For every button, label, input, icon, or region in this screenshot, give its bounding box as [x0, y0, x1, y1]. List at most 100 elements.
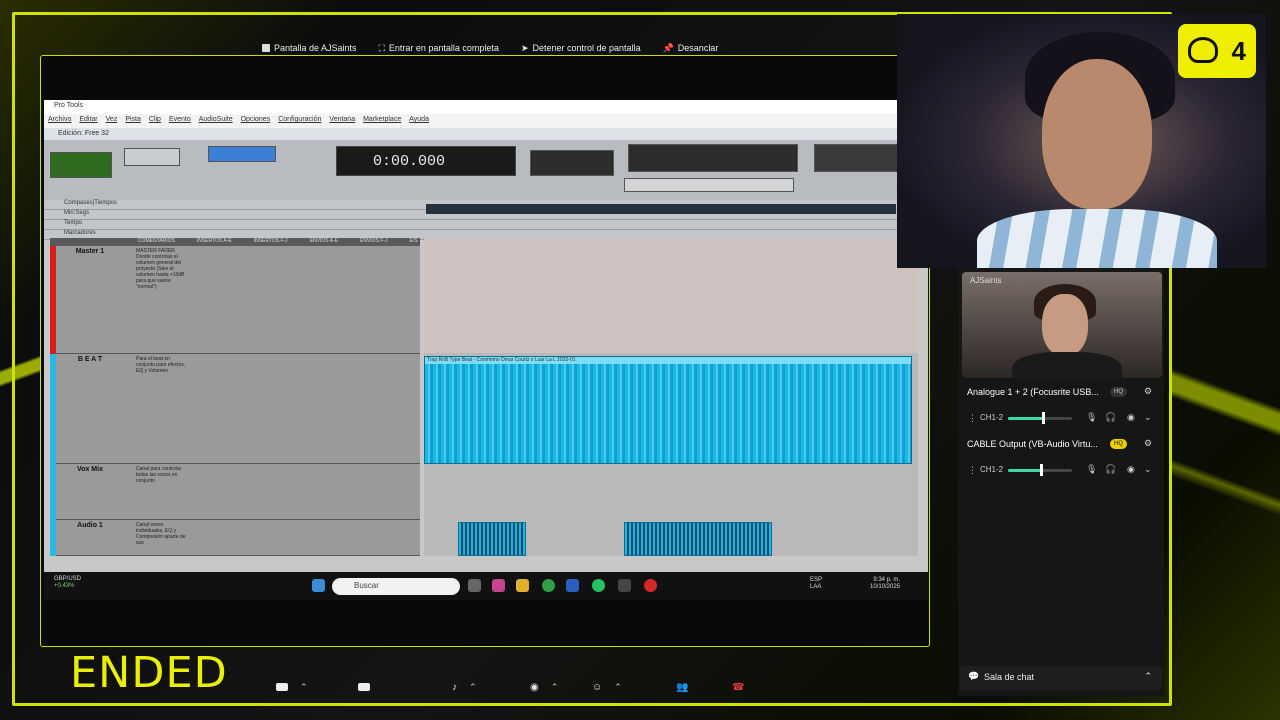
word-icon[interactable] [566, 579, 579, 592]
unpin-button[interactable]: 📌 Desanclar [663, 43, 719, 54]
edit-mode-selector[interactable] [50, 152, 112, 178]
chat-icon: 💬 [968, 671, 980, 681]
person-face [1042, 294, 1088, 356]
menu-item[interactable]: Pista [125, 116, 141, 126]
volume-slider[interactable] [1008, 412, 1072, 424]
record-icon[interactable]: ◉ [530, 682, 539, 693]
headphones-icon[interactable]: 🎧 [1105, 412, 1116, 423]
zoom-controls[interactable] [124, 148, 180, 166]
record-icon[interactable]: ◉ [1127, 412, 1135, 423]
stock-ticker[interactable]: GBP/USD +0.43% [54, 576, 81, 590]
column-header: ENVÍOS A-E [309, 238, 339, 244]
chevron-up-icon[interactable]: ⌃ [551, 682, 559, 693]
chevron-up-icon[interactable]: ⌃ [300, 682, 308, 693]
clock[interactable]: 9:34 p. m. 10/10/2025 [870, 577, 900, 591]
volume-knob[interactable] [1040, 464, 1043, 476]
record-control[interactable]: ◉ ⌃ [530, 676, 558, 698]
menu-item[interactable]: Ventana [329, 116, 355, 126]
language-indicator[interactable]: ESP LAA [810, 577, 822, 591]
fullscreen-button[interactable]: ⛶ Entrar en pantalla completa [379, 43, 499, 54]
cursor-icon: ➤ [520, 42, 529, 53]
copilot-icon[interactable] [492, 579, 505, 592]
track-row[interactable]: B E A T Para el beat en conjunto para ef… [50, 354, 420, 464]
hangup-button[interactable]: ☎ [732, 676, 744, 698]
menu-item[interactable]: Vez [106, 116, 118, 126]
menu-item[interactable]: Editar [79, 116, 97, 126]
chevron-up-icon[interactable]: ⌃ [614, 682, 622, 693]
grip-icon[interactable]: ⋮ [968, 413, 977, 424]
track-comment[interactable]: Canal para controlar todas las voces en … [136, 466, 188, 484]
record-app-icon[interactable] [644, 579, 657, 592]
grip-icon[interactable]: ⋮ [968, 465, 977, 476]
track-row[interactable]: Master 1 MASTER FADER Donde controlas el… [50, 246, 420, 354]
edit-area[interactable]: Trap RnB Type Beat - Conmemo Omar Courtz… [424, 238, 918, 556]
gear-icon[interactable]: ⚙ [1144, 386, 1152, 397]
track-name[interactable]: B E A T [58, 356, 122, 363]
chevron-up-icon[interactable]: ⌃ [469, 682, 477, 693]
hq-badge[interactable]: HQ [1110, 439, 1127, 449]
menu-item[interactable]: Archivo [48, 116, 71, 126]
screen-icon[interactable] [358, 683, 370, 691]
track-comment[interactable]: MASTER FADER Donde controlas el volumen … [136, 248, 188, 290]
ticker-change: +0.43% [54, 583, 75, 590]
taskbar-search[interactable]: Buscar [332, 578, 460, 595]
screen-share-toolbar: Pantalla de AJSaints ⛶ Entrar en pantalla… [262, 37, 718, 59]
menu-item[interactable]: Marketplace [363, 116, 401, 126]
mic-icon[interactable]: 🎙 [1086, 412, 1097, 423]
activity-control[interactable]: ☺ ⌃ [592, 676, 622, 698]
menu-item[interactable]: Evento [169, 116, 191, 126]
whatsapp-icon[interactable] [592, 579, 605, 592]
screen-owner-button[interactable]: Pantalla de AJSaints [262, 43, 357, 53]
start-icon[interactable] [312, 579, 325, 592]
people-icon[interactable]: 👥 [676, 682, 688, 693]
menu-item[interactable]: Opciones [241, 116, 271, 126]
hangup-icon[interactable]: ☎ [732, 682, 744, 693]
task-view-icon[interactable] [468, 579, 481, 592]
track-name[interactable]: Master 1 [58, 248, 122, 255]
stop-control-button[interactable]: ➤ Detener control de pantalla [521, 43, 641, 54]
gear-icon[interactable]: ⚙ [1144, 438, 1152, 449]
track-comment[interactable]: Canal voces individuales, EQ y Compresió… [136, 522, 188, 546]
expand-icon: ⛶ [378, 42, 385, 53]
camera-control[interactable]: ⌃ [276, 676, 308, 698]
volume-slider[interactable] [1008, 464, 1072, 476]
chevron-down-icon[interactable]: ⌄ [1144, 412, 1152, 423]
music-icon[interactable]: ♪ [452, 682, 457, 693]
track-name[interactable]: Vox Mix [58, 466, 122, 473]
transport-buttons[interactable] [624, 178, 794, 192]
chrome-icon[interactable] [542, 579, 555, 592]
record-icon[interactable]: ◉ [1127, 464, 1135, 475]
edit-window-title: Edición: Free 32 [44, 128, 928, 140]
grid-nudge[interactable] [530, 150, 614, 176]
track-row[interactable]: Vox Mix Canal para controlar todas las v… [50, 464, 420, 520]
protools-icon[interactable] [618, 579, 631, 592]
audio-clip[interactable]: Trap RnB Type Beat - Conmemo Omar Courtz… [424, 356, 912, 464]
people-control[interactable]: 👥 [676, 676, 688, 698]
mic-icon[interactable]: 🎙 [1086, 464, 1097, 475]
chevron-down-icon[interactable]: ⌄ [1144, 464, 1152, 475]
activity-icon[interactable]: ☺ [592, 682, 602, 693]
chat-room-button[interactable]: 💬 Sala de chat ⌃ [960, 666, 1162, 690]
volume-knob[interactable] [1042, 412, 1045, 424]
audio-clip[interactable] [458, 522, 526, 556]
hq-badge[interactable]: HQ [1110, 387, 1127, 397]
folder-icon[interactable] [516, 579, 529, 592]
menu-item[interactable]: Ayuda [409, 116, 429, 126]
menu-item[interactable]: Clip [149, 116, 161, 126]
screen-share-control[interactable] [358, 676, 370, 698]
menu-item[interactable]: AudioSuite [199, 116, 233, 126]
volume-fill [1008, 417, 1044, 420]
timeline-ruler[interactable] [426, 204, 896, 214]
audio-clip[interactable] [624, 522, 772, 556]
music-control[interactable]: ♪ ⌃ [452, 676, 477, 698]
track-comment[interactable]: Para el beat en conjunto para efectos, E… [136, 356, 188, 374]
chevron-up-icon: ⌃ [1144, 671, 1152, 681]
menu-item[interactable]: Configuración [278, 116, 321, 126]
clip-name: Trap RnB Type Beat - Conmemo Omar Courtz… [425, 357, 911, 364]
audio-source-name: CABLE Output (VB-Audio Virtu... [967, 439, 1098, 449]
edit-tools[interactable] [208, 146, 276, 162]
track-row[interactable]: Audio 1 Canal voces individuales, EQ y C… [50, 520, 420, 556]
track-name[interactable]: Audio 1 [58, 522, 122, 529]
camera-icon[interactable] [276, 683, 288, 691]
headphones-icon[interactable]: 🎧 [1105, 464, 1116, 475]
